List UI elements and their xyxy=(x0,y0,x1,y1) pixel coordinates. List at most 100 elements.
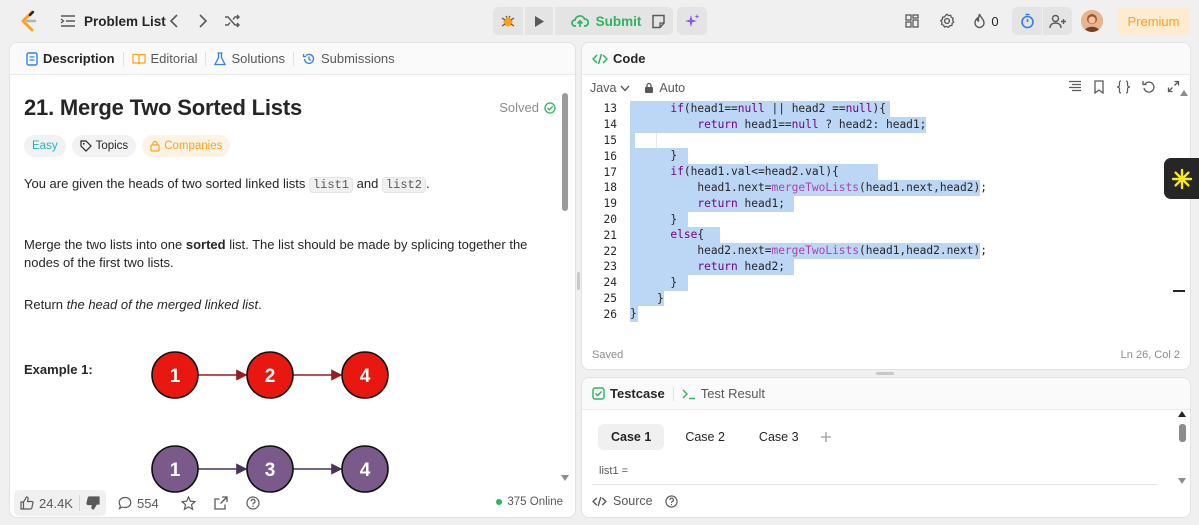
add-case-button[interactable] xyxy=(820,431,832,443)
testcase-scrollbar[interactable] xyxy=(1179,424,1186,442)
braces-icon xyxy=(1116,80,1131,94)
format-button[interactable] xyxy=(1068,80,1082,94)
comments-button[interactable]: 554 xyxy=(118,496,159,511)
description-paragraph: You are given the heads of two sorted li… xyxy=(24,175,554,194)
companies-chip[interactable]: Companies xyxy=(142,135,231,157)
code-editor[interactable]: 13 if(head1==null || head2 ==null){ 14 r… xyxy=(582,101,1177,326)
language-select[interactable]: Java xyxy=(590,81,630,95)
code-text: return head1==null ? head2: head1; xyxy=(697,117,927,131)
code-line: 25 } xyxy=(582,290,1177,307)
case-tab-3[interactable]: Case 3 xyxy=(746,424,812,450)
tab-description-label: Description xyxy=(43,51,115,66)
tab-description[interactable]: Description xyxy=(20,43,121,75)
line-number: 23 xyxy=(603,260,617,274)
like-button[interactable]: 24.4K xyxy=(14,490,79,516)
node-label: 4 xyxy=(360,366,371,387)
gear-icon xyxy=(939,13,955,29)
divider xyxy=(292,51,294,66)
ai-assistant-button[interactable] xyxy=(677,7,707,35)
line-number: 19 xyxy=(603,197,617,211)
tab-testcase[interactable]: Testcase xyxy=(592,378,671,410)
solved-label: Solved xyxy=(499,100,539,115)
divider xyxy=(122,51,124,66)
side-widget-button[interactable] xyxy=(1164,158,1199,199)
bookmark-button[interactable] xyxy=(1093,80,1105,94)
dislike-button[interactable] xyxy=(80,490,106,516)
braces-button[interactable] xyxy=(1116,80,1131,94)
topics-chip[interactable]: Topics xyxy=(71,135,137,157)
premium-button[interactable]: Premium xyxy=(1117,8,1190,35)
help-button[interactable] xyxy=(664,494,678,508)
description-scrollbar[interactable] xyxy=(562,93,568,211)
code-line: 15 xyxy=(582,132,1177,149)
notes-button[interactable] xyxy=(643,7,673,35)
submit-button[interactable]: Submit xyxy=(555,7,657,35)
tab-editorial[interactable]: Editorial xyxy=(126,43,204,75)
vertical-resize-handle[interactable] xyxy=(577,272,580,290)
code-line: 24 } xyxy=(582,274,1177,291)
scroll-down-arrow-icon[interactable] xyxy=(1178,478,1186,484)
auto-mode-toggle[interactable]: Auto xyxy=(644,81,685,95)
timer-button[interactable] xyxy=(1012,7,1042,35)
difficulty-badge[interactable]: Easy xyxy=(24,135,66,157)
line-number: 24 xyxy=(603,276,617,290)
input-field[interactable] xyxy=(592,484,1158,485)
problem-list-button[interactable]: Problem List xyxy=(54,7,172,35)
scroll-up-arrow-icon[interactable] xyxy=(1180,90,1188,98)
editor-status-bar: Saved Ln 26, Col 2 xyxy=(582,343,1190,367)
settings-button[interactable] xyxy=(937,7,957,35)
avatar[interactable] xyxy=(1081,10,1103,32)
top-navbar: Problem List Submit 0 Premium xyxy=(0,0,1199,42)
code-line: 22 head2.next=mergeTwoLists(head1,head2.… xyxy=(582,243,1177,259)
debug-button[interactable] xyxy=(493,7,523,35)
add-collaborator-button[interactable] xyxy=(1043,7,1072,35)
line-number: 16 xyxy=(603,149,617,163)
flame-icon xyxy=(974,13,986,29)
list-icon xyxy=(60,14,76,28)
tab-test-result[interactable]: Test Result xyxy=(676,378,771,410)
help-button[interactable] xyxy=(246,496,260,510)
online-dot xyxy=(496,499,503,505)
code-text: } xyxy=(630,291,664,305)
node-label: 1 xyxy=(170,460,181,481)
prev-problem-button[interactable] xyxy=(164,7,184,35)
run-button[interactable] xyxy=(525,7,553,35)
lock-icon xyxy=(150,140,160,152)
text: . xyxy=(425,176,430,191)
layout-button[interactable] xyxy=(902,7,922,35)
left-tabs: Description Editorial Solutions Submissi… xyxy=(10,43,575,75)
check-circle-icon xyxy=(544,101,556,114)
code-icon xyxy=(592,53,608,64)
tab-submissions[interactable]: Submissions xyxy=(296,43,401,75)
code-line: 16 } xyxy=(582,148,1177,165)
reset-button[interactable] xyxy=(1142,80,1156,94)
play-icon xyxy=(535,15,544,27)
stopwatch-icon xyxy=(1020,13,1034,29)
shuffle-button[interactable] xyxy=(221,7,243,35)
example-title: Example 1: xyxy=(24,362,93,377)
divider xyxy=(672,386,674,401)
case-tab-2[interactable]: Case 2 xyxy=(672,424,738,450)
cloud-upload-icon xyxy=(570,15,589,27)
leetcode-logo-icon[interactable] xyxy=(16,7,42,35)
layout-grid-icon xyxy=(905,14,919,28)
user-plus-icon xyxy=(1048,14,1066,28)
companies-label: Companies xyxy=(164,140,223,152)
streak-count: 0 xyxy=(991,13,999,29)
list1-node-2: 2 xyxy=(246,351,294,399)
favorite-button[interactable] xyxy=(180,495,196,511)
horizontal-resize-handle[interactable] xyxy=(876,372,894,375)
scroll-down-arrow-icon[interactable] xyxy=(561,475,569,481)
node-label: 2 xyxy=(265,366,276,387)
next-problem-button[interactable] xyxy=(193,7,213,35)
tab-solutions[interactable]: Solutions xyxy=(208,43,290,75)
page-title[interactable]: 21. Merge Two Sorted Lists xyxy=(24,95,302,121)
source-button[interactable]: Source xyxy=(613,494,653,508)
scroll-up-arrow-icon[interactable] xyxy=(1178,411,1186,417)
case-tab-1[interactable]: Case 1 xyxy=(598,424,665,450)
bold-text: sorted xyxy=(185,237,226,252)
node-label: 1 xyxy=(170,366,181,387)
maximize-button[interactable] xyxy=(1167,80,1180,94)
streak-counter[interactable]: 0 xyxy=(970,7,1002,35)
share-button[interactable] xyxy=(214,496,228,510)
